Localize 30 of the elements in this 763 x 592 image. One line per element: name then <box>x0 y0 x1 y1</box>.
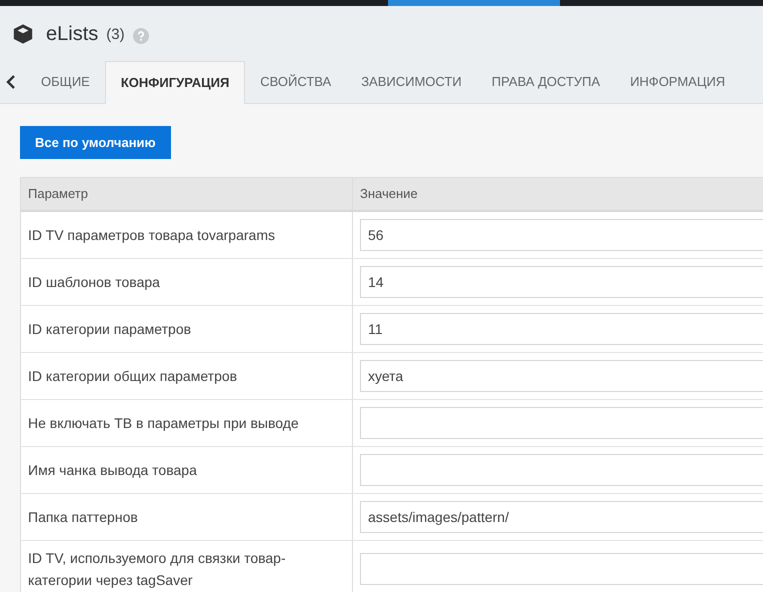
parameter-label: ID TV параметров товара tovarparams <box>28 226 275 245</box>
parameter-label: ID шаблонов товара <box>28 273 160 292</box>
value-field[interactable]: 56 <box>360 219 763 251</box>
value-field[interactable]: assets/images/pattern/ <box>360 501 763 533</box>
parameter-label: Не включать ТВ в параметры при выводе <box>28 414 299 433</box>
item-count: (3) <box>106 25 125 46</box>
tab[interactable]: ИНФОРМАЦИЯ <box>615 61 740 103</box>
parameter-label: Имя чанка вывода товара <box>28 461 197 480</box>
help-icon[interactable] <box>132 28 149 44</box>
page-title: eLists <box>46 22 98 47</box>
value-field[interactable]: хуета <box>360 360 763 392</box>
parameter-label: ID категории параметров <box>28 320 192 339</box>
column-header: Значение <box>360 185 418 204</box>
tab[interactable]: ОБЩИЕ <box>26 61 105 103</box>
chevron-left-icon[interactable] <box>6 75 16 89</box>
value-field[interactable]: 14 <box>360 266 763 298</box>
value-field[interactable] <box>360 553 763 585</box>
tab[interactable]: КОНФИГУРАЦИЯ <box>104 61 246 104</box>
cube-icon <box>12 23 34 45</box>
tab[interactable]: СВОЙСТВА <box>245 61 346 103</box>
value-field[interactable] <box>360 454 763 486</box>
reset-defaults-button[interactable]: Все по умолчанию <box>20 126 171 159</box>
parameter-label: Папка паттернов <box>28 508 138 527</box>
parameter-label: ID категории общих параметров <box>28 367 238 386</box>
value-field[interactable] <box>360 407 763 439</box>
value-field[interactable]: 11 <box>360 313 763 345</box>
parameter-label: ID TV, используемого для связки товар-категории через tagSaver <box>28 549 287 590</box>
column-header: Параметр <box>28 185 88 204</box>
tab[interactable]: ПРАВА ДОСТУПА <box>476 61 616 103</box>
tab[interactable]: ЗАВИСИМОСТИ <box>346 61 477 103</box>
